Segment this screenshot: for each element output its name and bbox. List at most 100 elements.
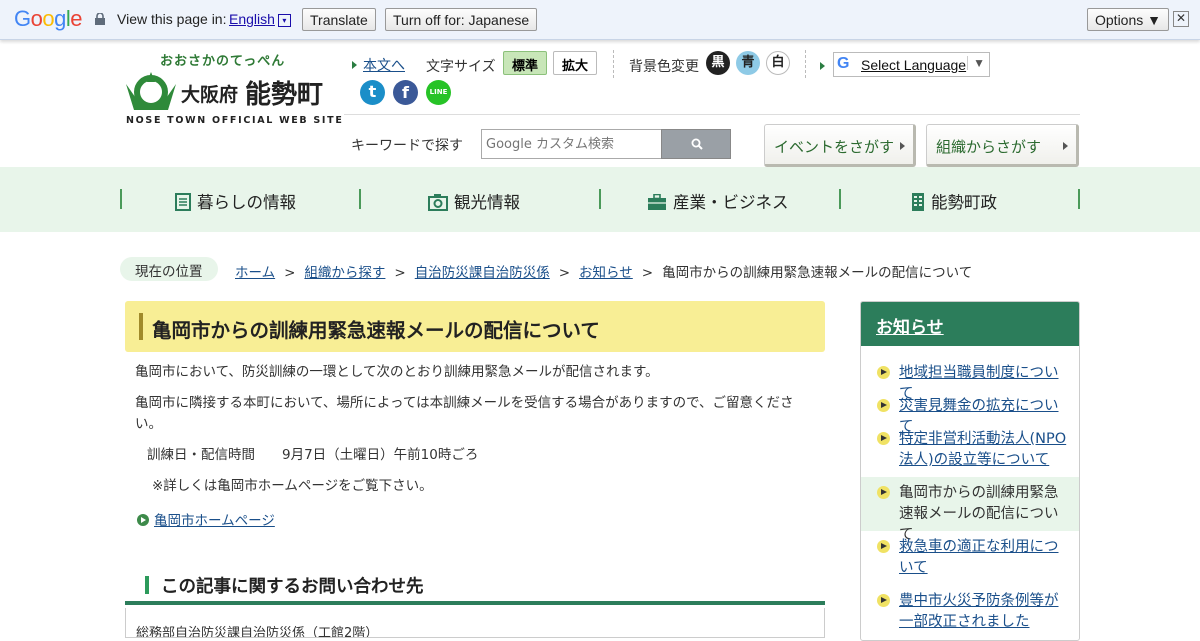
nav-item-living[interactable]: 暮らしの情報 [175,189,296,213]
arrow-icon [352,61,357,69]
nav-divider [120,189,122,209]
link-arrow-icon [137,514,149,526]
divider [613,50,614,78]
contact-box: 総務部自治防災課自治防災係（工館2階） [125,608,825,638]
chevron-down-icon: ▼ [967,56,985,70]
turn-off-button[interactable]: Turn off for: Japanese [385,8,538,31]
keyword-search-label: キーワードで探す [351,138,463,154]
breadcrumb-separator: > [558,265,571,281]
sidebar-item[interactable]: 豊中市火災予防条例等が一部改正されました [861,591,1079,633]
logo-english: NOSE TOWN OFFICIAL WEB SITE [126,115,344,126]
contact-heading: この記事に関するお問い合わせ先 [161,577,424,597]
nav-item-label: 観光情報 [454,193,520,212]
find-events-button[interactable]: イベントをさがす [764,124,916,167]
bg-white-button[interactable]: 白 [766,51,790,75]
bullet-arrow-icon [877,432,890,445]
language-select[interactable]: English ▾ [229,11,291,27]
title-accent-bar [139,313,143,340]
breadcrumb-separator: > [394,265,406,281]
bg-color-label: 背景色変更 [629,59,699,75]
page-title-box: 亀岡市からの訓練用緊急速報メールの配信について [125,301,825,352]
logo-tagline: おおさかのてっぺん [160,54,286,69]
note-text: ※詳しくは亀岡市ホームページをご覧下さい。 [152,478,433,494]
find-by-org-label: 組織からさがす [936,138,1042,156]
arrow-icon [820,62,825,70]
sidebar-item-current: 亀岡市からの訓練用緊急速報メールの配信について [861,477,1079,543]
sidebar-header: お知らせ [861,302,1079,346]
breadcrumb-dept[interactable]: 自治防災課自治防災係 [415,265,550,281]
article-paragraph: 亀岡市に隣接する本町において、場所によっては本訓練メールを受信する場合があります… [135,395,794,432]
kameoka-homepage-link[interactable]: 亀岡市ホームページ [154,513,275,529]
sidebar-item-link[interactable]: 豊中市火災予防条例等が一部改正されました [899,593,1059,630]
breadcrumb-separator: > [284,265,296,281]
document-icon [175,193,191,211]
nav-item-tourism[interactable]: 観光情報 [428,189,520,213]
nav-item-town-admin[interactable]: 能勢町政 [911,189,997,213]
nav-divider [359,189,361,209]
contact-text: 総務部自治防災課自治防災係（工館2階） [136,626,379,638]
font-large-button[interactable]: 拡大 [553,51,598,75]
global-nav: 暮らしの情報 観光情報 産業・ビジネス 能勢町政 [0,167,1200,232]
breadcrumb: ホーム > 組織から探す > 自治防災課自治防災係 > お知らせ > 亀岡市からの訓練用緊急速報… [235,261,972,281]
find-by-org-button[interactable]: 組織からさがす [926,124,1079,167]
google-g-icon: G [837,55,850,72]
nav-divider [1078,189,1080,209]
bullet-arrow-icon [877,540,890,553]
sidebar-heading-link[interactable]: お知らせ [876,318,944,338]
twitter-icon[interactable]: t [360,80,385,105]
nav-item-label: 能勢町政 [931,193,997,212]
search-button[interactable] [661,129,731,159]
breadcrumb-org[interactable]: 組織から探す [304,265,385,281]
camera-icon [428,194,448,211]
chevron-right-icon [900,142,905,150]
sidebar-item[interactable]: 特定非営利活動法人(NPO法人)の設立等について [861,429,1079,471]
nav-item-business[interactable]: 産業・ビジネス [647,189,789,213]
breadcrumb-separator: > [641,265,654,281]
building-icon [912,193,924,211]
bg-black-button[interactable]: 黒 [706,51,730,75]
chevron-right-icon [1063,142,1068,150]
options-button[interactable]: Options ▼ [1087,8,1169,31]
font-standard-button[interactable]: 標準 [503,51,548,75]
search-input[interactable] [481,129,662,159]
translate-button[interactable]: Translate [302,8,376,31]
briefcase-icon [648,194,666,210]
header-divider [344,114,1080,115]
nav-item-label: 産業・ビジネス [673,193,789,212]
lock-icon [95,13,105,25]
find-events-label: イベントをさがす [774,138,895,156]
bullet-arrow-icon [877,399,890,412]
nav-divider [839,189,841,209]
select-language-label: Select Language [861,57,967,73]
sidebar-item[interactable]: 救急車の適正な利用について [861,537,1079,579]
breadcrumb-current-position: 現在の位置 [120,257,218,281]
google-logo: Google [14,6,83,31]
logo-town-name: 能勢町 [245,80,324,110]
line-icon[interactable]: LINE [426,80,451,105]
divider [805,50,806,78]
town-emblem-icon[interactable] [124,70,178,114]
close-icon[interactable]: ✕ [1173,11,1189,27]
sidebar-news: お知らせ 地域担当職員制度について 災害見舞金の拡充について 特定非営利活動法人… [860,301,1080,641]
bullet-arrow-icon [877,594,890,607]
bullet-arrow-icon [877,486,890,499]
breadcrumb-current: 亀岡市からの訓練用緊急速報メールの配信について [662,265,973,281]
view-page-in-label: View this page in: [117,11,227,27]
language-select-value: English [229,11,275,27]
bullet-arrow-icon [877,366,890,379]
sidebar-item-link[interactable]: 救急車の適正な利用について [899,539,1059,576]
bg-blue-button[interactable]: 青 [736,51,760,75]
skip-link[interactable]: 本文へ [363,58,405,74]
breadcrumb-home[interactable]: ホーム [235,265,275,281]
heading-accent-bar [145,576,149,594]
sidebar-item-link[interactable]: 特定非営利活動法人(NPO法人)の設立等について [899,431,1066,468]
breadcrumb-news[interactable]: お知らせ [579,265,633,281]
page-title: 亀岡市からの訓練用緊急速報メールの配信について [152,319,600,342]
font-size-label: 文字サイズ [426,59,496,75]
search-icon [691,138,703,150]
schedule-text: 訓練日・配信時間 9月7日（土曜日）午前10時ごろ [147,447,479,463]
select-language-dropdown[interactable]: G Select Language ▼ [833,52,990,77]
sidebar-item-label: 亀岡市からの訓練用緊急速報メールの配信について [899,485,1059,543]
skip-to-content: 本文へ [352,55,405,75]
facebook-icon[interactable]: f [393,80,418,105]
